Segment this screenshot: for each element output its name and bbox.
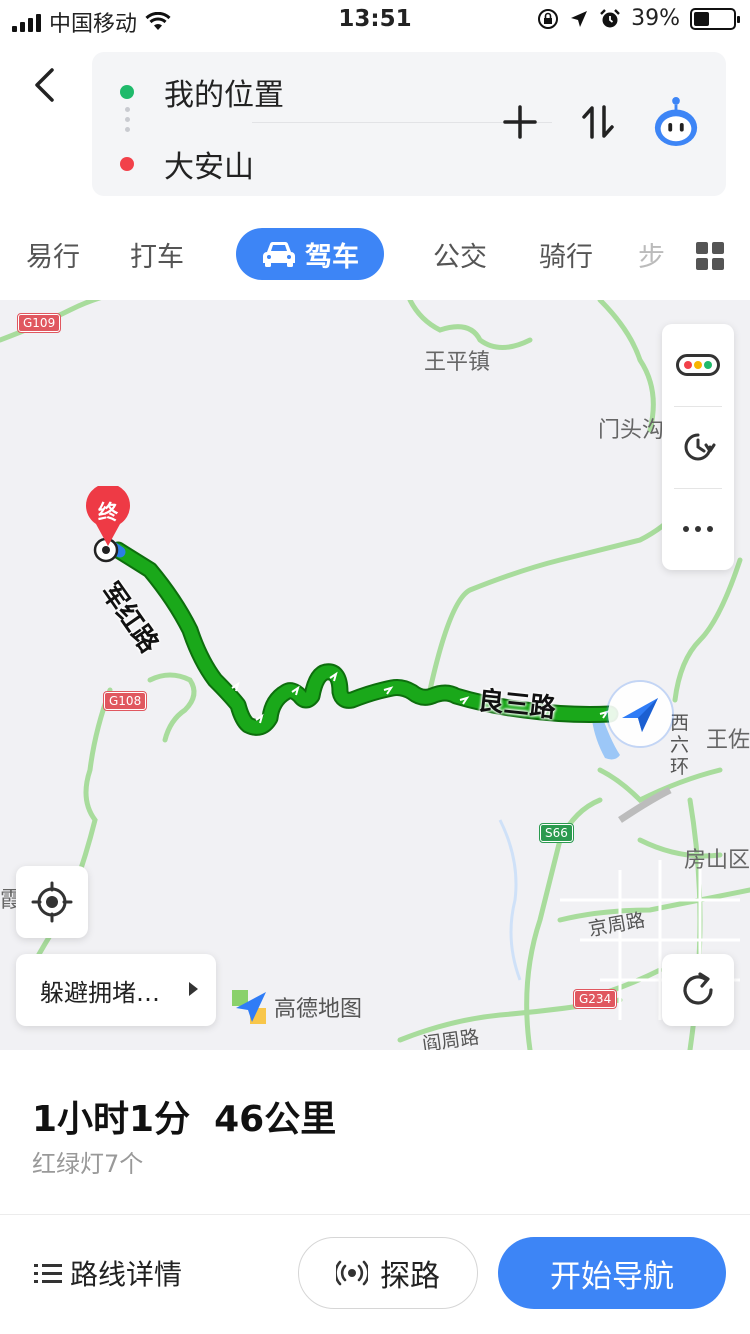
avoid-congestion-button[interactable]: 躲避拥堵… xyxy=(16,954,216,1026)
map-view[interactable]: 王平镇 门头沟 王佐 房山区 京周路 阎周路 西六环 霞云岭乡 G109 G10… xyxy=(0,300,750,1050)
highway-shield-s66: S66 xyxy=(539,823,574,843)
chevron-left-icon xyxy=(35,68,54,102)
place-label-mentougou: 门头沟 xyxy=(598,418,664,443)
refresh-route-button[interactable] xyxy=(662,954,734,1026)
tab-bus[interactable]: 公交 xyxy=(420,228,500,280)
more-options-button[interactable] xyxy=(662,488,734,570)
navigation-arrow-icon xyxy=(622,698,658,732)
locate-me-button[interactable] xyxy=(16,866,88,938)
route-actions xyxy=(496,92,700,152)
status-bar: 中国移动 13:51 39% xyxy=(0,0,750,44)
place-label-xiayunling: 霞云岭乡 xyxy=(0,888,16,913)
refresh-icon xyxy=(683,972,713,1005)
place-label-fangshan: 房山区 xyxy=(684,848,750,873)
road-label-xiliuhuan: 西六环 xyxy=(670,712,690,778)
clock-history-icon xyxy=(684,433,716,461)
car-icon xyxy=(263,241,295,267)
route-header: 我的位置 大安山 xyxy=(0,44,750,212)
tab-easy-travel[interactable]: 易行 xyxy=(14,228,92,280)
destination-label: 大安山 xyxy=(164,150,254,185)
alarm-icon xyxy=(600,8,620,27)
avoid-congestion-label: 躲避拥堵… xyxy=(40,978,160,1007)
traffic-toggle-button[interactable] xyxy=(662,324,734,406)
map-brand-label: 高德地图 xyxy=(274,997,363,1022)
current-position-marker xyxy=(608,682,672,746)
broadcast-icon xyxy=(336,1260,368,1286)
route-summary-main: 1小时1分 46公里 xyxy=(32,1090,336,1142)
route-details-button[interactable]: 路线详情 xyxy=(34,1253,182,1293)
tab-bike[interactable]: 骑行 xyxy=(526,228,606,280)
place-label-wangzuo: 王佐 xyxy=(706,728,750,753)
destination-pin[interactable]: 终 xyxy=(84,483,132,548)
probe-road-button[interactable]: 探路 xyxy=(298,1237,478,1309)
tab-drive[interactable]: 驾车 xyxy=(236,228,384,280)
route-details-label: 路线详情 xyxy=(70,1258,183,1291)
route-connector xyxy=(125,107,130,132)
swap-icon xyxy=(582,105,614,139)
highway-shield-g108: G108 xyxy=(102,691,148,711)
tab-taxi[interactable]: 打车 xyxy=(118,228,196,280)
map-brand: 高德地图 xyxy=(230,988,362,1026)
status-right: 39% xyxy=(537,6,740,31)
bottom-action-bar: 路线详情 探路 开始导航 xyxy=(0,1215,750,1334)
battery-icon xyxy=(690,7,740,30)
destination-dot-icon xyxy=(120,157,134,171)
assistant-avatar-icon xyxy=(654,97,698,146)
tab-walk[interactable]: 步 xyxy=(638,228,666,280)
route-distance: 46公里 xyxy=(214,1099,337,1140)
tab-drive-label: 驾车 xyxy=(305,241,359,273)
history-button[interactable] xyxy=(662,406,734,488)
route-input-box: 我的位置 大安山 xyxy=(92,52,726,196)
traffic-light-count: 红绿灯7个 xyxy=(32,1150,144,1178)
origin-dot-icon xyxy=(120,85,134,99)
amap-logo-icon xyxy=(232,990,266,1024)
traffic-light-icon xyxy=(676,354,720,376)
back-button[interactable] xyxy=(22,60,66,110)
plus-icon xyxy=(503,105,537,139)
location-arrow-icon xyxy=(571,10,588,27)
origin-label: 我的位置 xyxy=(164,78,284,113)
destination-field[interactable]: 大安山 xyxy=(120,142,254,186)
add-waypoint-button[interactable] xyxy=(496,92,544,152)
highway-shield-g109: G109 xyxy=(16,313,62,333)
start-navigation-button[interactable]: 开始导航 xyxy=(498,1237,726,1309)
travel-mode-tabs: 易行 打车 驾车 公交 骑行 步 xyxy=(0,212,750,300)
battery-percent: 39% xyxy=(631,6,680,31)
map-controls-panel xyxy=(662,324,734,570)
highway-shield-g234: G234 xyxy=(572,989,618,1009)
route-duration: 1小时1分 xyxy=(32,1099,191,1140)
assistant-button[interactable] xyxy=(652,92,700,152)
route-summary[interactable]: 1小时1分 46公里 红绿灯7个 xyxy=(0,1050,750,1214)
crosshair-icon xyxy=(31,881,73,923)
rotation-lock-icon xyxy=(538,8,559,29)
more-modes-grid-icon[interactable] xyxy=(696,242,724,270)
more-dots-icon xyxy=(683,526,713,532)
origin-field[interactable]: 我的位置 xyxy=(120,70,284,114)
list-icon xyxy=(34,1263,62,1283)
start-navigation-label: 开始导航 xyxy=(550,1258,674,1295)
triangle-right-icon xyxy=(189,982,198,996)
swap-route-button[interactable] xyxy=(574,92,622,152)
place-label-wangping: 王平镇 xyxy=(424,350,491,375)
destination-pin-label: 终 xyxy=(98,500,118,524)
probe-road-label: 探路 xyxy=(380,1259,440,1294)
